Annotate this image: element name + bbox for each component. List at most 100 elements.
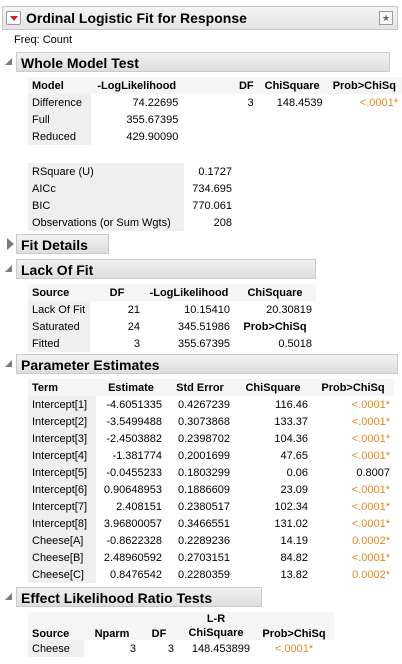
cell: Prob>ChiSq — [234, 318, 316, 335]
lack-of-fit-header[interactable]: Lack Of Fit — [16, 259, 316, 279]
col-header: L-R — [178, 612, 254, 626]
col-header: DF — [140, 612, 178, 640]
disclosure-open-icon[interactable] — [5, 360, 12, 367]
cell: 131.02 — [234, 515, 312, 532]
effect-lr-header[interactable]: Effect Likelihood Ratio Tests — [16, 587, 262, 607]
cell: <.0001* — [312, 413, 394, 430]
cell: Difference — [28, 94, 92, 111]
cell: 0.0002* — [312, 566, 394, 583]
effect-lr-table: Source Nparm DF L-R Prob>ChiSq ChiSquare… — [28, 612, 334, 657]
disclosure-open-icon[interactable] — [5, 58, 12, 65]
cell: 3 — [140, 640, 178, 657]
cell: Fitted — [28, 335, 90, 352]
table-row: Intercept[5] -0.0455233 0.1803299 0.06 0.800… — [28, 464, 394, 481]
param-est-table: Term Estimate Std Error ChiSquare Prob>C… — [28, 379, 394, 583]
red-triangle-menu-icon[interactable] — [6, 11, 21, 25]
cell: -4.6051335 — [96, 396, 166, 413]
disclosure-open-icon[interactable] — [5, 593, 12, 600]
table-row: Observations (or Sum Wgts) 208 — [28, 214, 236, 231]
pin-icon[interactable]: ★ — [379, 11, 393, 25]
table-row: Saturated 24 345.51986 Prob>ChiSq — [28, 318, 316, 335]
col-header: Estimate — [96, 379, 166, 396]
cell: 0.2398702 — [166, 430, 234, 447]
cell: 0.2001699 — [166, 447, 234, 464]
cell: <.0001* — [312, 396, 394, 413]
cell: Intercept[8] — [28, 515, 96, 532]
section-title: Effect Likelihood Ratio Tests — [21, 590, 213, 606]
fit-details-outline: Fit Details — [2, 234, 398, 254]
cell: Lack Of Fit — [28, 301, 90, 318]
cell: 2.48960592 — [96, 549, 166, 566]
col-header: ChiSquare — [178, 626, 254, 640]
cell: 0.06 — [234, 464, 312, 481]
col-header: Prob>ChiSq — [326, 77, 402, 94]
cell: <.0001* — [312, 447, 394, 464]
cell: -0.8622328 — [96, 532, 166, 549]
cell: 0.4267239 — [166, 396, 234, 413]
cell: 14.19 — [234, 532, 312, 549]
table-row: Fitted 3 355.67395 0.5018 — [28, 335, 316, 352]
cell: 133.37 — [234, 413, 312, 430]
cell: <.0001* — [254, 640, 334, 657]
cell: 208 — [184, 214, 236, 231]
cell: 429.90090 — [91, 128, 183, 145]
cell: -1.381774 — [96, 447, 166, 464]
cell: 3.96800057 — [96, 515, 166, 532]
cell: <.0001* — [326, 94, 402, 111]
cell: Cheese — [28, 640, 84, 657]
lack-of-fit-table: Source DF -LogLikelihood ChiSquare Lack … — [28, 284, 316, 352]
lack-of-fit-outline: Lack Of Fit — [2, 259, 398, 279]
table-row: Intercept[3] -2.4503882 0.2398702 104.36 <.0… — [28, 430, 394, 447]
param-est-header[interactable]: Parameter Estimates — [16, 354, 398, 374]
cell: Intercept[3] — [28, 430, 96, 447]
effect-lr-outline: Effect Likelihood Ratio Tests — [2, 587, 398, 607]
cell: Intercept[4] — [28, 447, 96, 464]
col-header: Term — [28, 379, 96, 396]
col-header: DF — [90, 284, 144, 301]
cell: AICc — [28, 180, 184, 197]
cell: 21 — [90, 301, 144, 318]
cell: Intercept[7] — [28, 498, 96, 515]
cell: Intercept[5] — [28, 464, 96, 481]
cell: Intercept[2] — [28, 413, 96, 430]
cell: 0.3073868 — [166, 413, 234, 430]
col-header: -LogLikelihood — [144, 284, 234, 301]
disclosure-closed-icon[interactable] — [7, 238, 14, 250]
cell: 102.34 — [234, 498, 312, 515]
cell: Cheese[B] — [28, 549, 96, 566]
cell: 0.8476542 — [96, 566, 166, 583]
table-row: Cheese 3 3 148.453899 <.0001* — [28, 640, 334, 657]
cell: -2.4503882 — [96, 430, 166, 447]
section-title: Whole Model Test — [21, 55, 139, 71]
cell: Intercept[6] — [28, 481, 96, 498]
col-header: Prob>ChiSq — [312, 379, 394, 396]
cell: Cheese[A] — [28, 532, 96, 549]
col-header: ChiSquare — [234, 379, 312, 396]
cell: Full — [28, 111, 92, 128]
fit-stats-table: RSquare (U) 0.1727 AICc 734.695 BIC 770.… — [28, 163, 236, 231]
disclosure-open-icon[interactable] — [5, 265, 12, 272]
cell: 0.1803299 — [166, 464, 234, 481]
table-row: Intercept[7] 2.408151 0.2380517 102.34 <.000… — [28, 498, 394, 515]
col-header: DF — [182, 77, 258, 94]
cell: 104.36 — [234, 430, 312, 447]
report-window: Ordinal Logistic Fit for Response ★ Freq… — [0, 0, 402, 664]
cell: 0.1727 — [184, 163, 236, 180]
col-header: -LogLikelihood — [91, 77, 183, 94]
whole-model-table: Model -LogLikelihood DF ChiSquare Prob>C… — [28, 77, 402, 145]
cell: 148.4539 — [257, 94, 327, 111]
cell: 355.67395 — [91, 111, 183, 128]
col-header: Model — [28, 77, 92, 94]
cell: <.0001* — [312, 481, 394, 498]
cell: 47.65 — [234, 447, 312, 464]
report-title: Ordinal Logistic Fit for Response — [26, 10, 247, 26]
cell: 0.2703151 — [166, 549, 234, 566]
fit-details-header[interactable]: Fit Details — [16, 234, 109, 254]
cell: 20.30819 — [234, 301, 316, 318]
table-row: RSquare (U) 0.1727 — [28, 163, 236, 180]
whole-model-header[interactable]: Whole Model Test — [16, 52, 390, 72]
cell: 0.1886609 — [166, 481, 234, 498]
cell: 734.695 — [184, 180, 236, 197]
cell: 0.90648953 — [96, 481, 166, 498]
table-row: BIC 770.061 — [28, 197, 236, 214]
